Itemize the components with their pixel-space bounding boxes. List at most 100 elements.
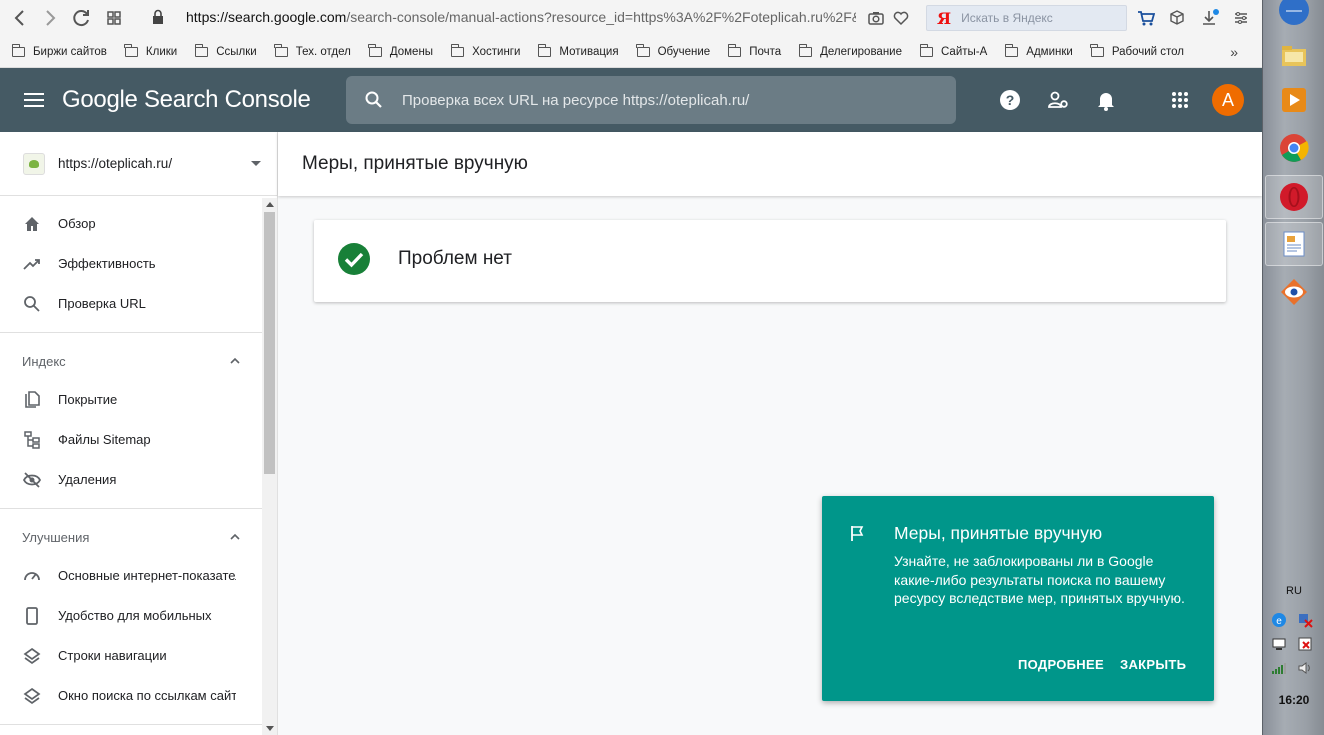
yandex-search-box[interactable]: Я Искать в Яндекс	[926, 5, 1127, 31]
eye-off-icon	[22, 472, 42, 488]
sidebar-item-coverage[interactable]: Покрытие	[0, 380, 262, 420]
browser-window: https://search.google.com/search-console…	[0, 0, 1262, 735]
layers-icon	[23, 687, 41, 705]
layers-icon	[23, 647, 41, 665]
signal-tray-icon[interactable]	[1271, 660, 1287, 676]
bookmark-item[interactable]: Мотивация	[537, 43, 619, 58]
gsc-logo[interactable]: Google Search Console	[62, 86, 311, 114]
taskbar-app-editor[interactable]	[1265, 222, 1323, 266]
bookmark-item[interactable]: Клики	[124, 43, 177, 58]
taskbar-start[interactable]	[1265, 0, 1323, 32]
taskbar-app-explorer[interactable]	[1265, 34, 1323, 78]
scroll-thumb[interactable]	[264, 212, 275, 474]
sidebar-item-label: Покрытие	[58, 392, 118, 407]
skype-tray-icon[interactable]: e	[1271, 612, 1287, 628]
yandex-logo: Я	[937, 8, 952, 28]
sidebar-item-mobile-usability[interactable]: Удобство для мобильных	[0, 596, 262, 636]
learn-more-button[interactable]: ПОДРОБНЕЕ	[1018, 657, 1104, 672]
check-circle-icon	[338, 243, 370, 275]
sidebar-item-removals[interactable]: Удаления	[0, 460, 262, 500]
help-icon[interactable]: ?	[998, 88, 1022, 112]
sidebar-scrollbar[interactable]	[262, 198, 277, 735]
folder-icon	[368, 43, 382, 57]
user-settings-icon[interactable]	[1046, 88, 1070, 112]
chevron-up-icon[interactable]	[229, 531, 241, 543]
bookmark-item[interactable]: Админки	[1004, 43, 1073, 58]
sidebar-item-label: Основные интернет-показатели	[58, 568, 236, 583]
sidebar-item-sitemaps[interactable]: Файлы Sitemap	[0, 420, 262, 460]
tabs-grid-icon[interactable]	[100, 4, 128, 32]
sidebar-item-label: Проверка URL	[58, 296, 146, 311]
bookmark-item[interactable]: Ссылки	[194, 43, 257, 58]
hamburger-menu-icon[interactable]	[24, 93, 44, 107]
folder-icon	[1090, 43, 1104, 57]
reload-icon[interactable]	[68, 4, 96, 32]
bookmark-item[interactable]: Тех. отдел	[274, 43, 351, 58]
taskbar-app-media-player[interactable]	[1265, 78, 1323, 122]
antivirus-tray-icon[interactable]	[1297, 636, 1313, 652]
popup-body: Узнайте, не заблокированы ли в Google ка…	[894, 553, 1185, 606]
info-popup: Меры, принятые вручную Узнайте, не забло…	[822, 496, 1214, 701]
forward-icon[interactable]	[36, 4, 64, 32]
section-title-index[interactable]: Индекс	[22, 354, 66, 369]
taskbar-app-chrome[interactable]	[1265, 126, 1323, 170]
cart-icon[interactable]	[1137, 9, 1155, 27]
network-off-tray-icon[interactable]	[1297, 612, 1313, 628]
sidebar-item-performance[interactable]: Эффективность	[0, 244, 262, 284]
screenshot-icon[interactable]	[867, 9, 885, 27]
sidebar-item-label: Файлы Sitemap	[58, 432, 151, 447]
bookmark-item[interactable]: Делегирование	[798, 43, 902, 58]
volume-tray-icon[interactable]	[1297, 660, 1313, 676]
bookmark-item[interactable]: Обучение	[636, 43, 710, 58]
bookmark-item[interactable]: Домены	[368, 43, 433, 58]
chevron-up-icon[interactable]	[229, 355, 241, 367]
speed-icon	[24, 572, 40, 581]
apps-grid-icon[interactable]	[1168, 88, 1192, 112]
page-header: Меры, принятые вручную	[278, 132, 1262, 196]
url-field[interactable]: https://search.google.com/search-console…	[186, 9, 856, 25]
sidebar-item-sitelinks-searchbox[interactable]: Окно поиска по ссылкам сайта	[0, 676, 262, 716]
scroll-down-arrow-icon[interactable]	[266, 726, 274, 731]
taskbar-app-opera[interactable]	[1265, 175, 1323, 219]
notifications-bell-icon[interactable]	[1094, 88, 1118, 112]
bookmark-item[interactable]: Сайты-А	[919, 43, 987, 58]
browser-menu-icon[interactable]	[1232, 9, 1250, 27]
sidebar-divider	[0, 724, 262, 725]
scroll-up-arrow-icon[interactable]	[266, 202, 274, 207]
yandex-placeholder: Искать в Яндекс	[961, 11, 1053, 25]
back-icon[interactable]	[6, 4, 34, 32]
bookmark-item[interactable]: Почта	[727, 43, 781, 58]
property-selector[interactable]: https://oteplicah.ru/	[0, 132, 277, 196]
bookmarks-more-button[interactable]: »	[1230, 44, 1238, 60]
bookmark-item[interactable]: Хостинги	[450, 43, 520, 58]
bookmark-item[interactable]: Рабочий стол	[1090, 43, 1184, 58]
site-favicon-icon	[23, 153, 45, 175]
account-avatar[interactable]: A	[1212, 84, 1244, 116]
flag-icon	[851, 526, 864, 541]
windows-start-icon	[1279, 0, 1309, 25]
close-button[interactable]: ЗАКРЫТЬ	[1120, 657, 1186, 672]
monitor-tray-icon[interactable]	[1271, 636, 1287, 652]
heart-icon[interactable]	[892, 9, 910, 27]
bookmark-item[interactable]: Биржи сайтов	[11, 43, 107, 58]
language-indicator[interactable]: RU	[1263, 585, 1324, 597]
sidebar-item-core-web-vitals[interactable]: Основные интернет-показатели	[0, 556, 262, 596]
download-icon[interactable]	[1200, 8, 1220, 28]
sidebar-item-label: Удаления	[58, 472, 117, 487]
section-title-improvements[interactable]: Улучшения	[22, 530, 89, 545]
folder-icon	[798, 43, 813, 57]
taskbar-app-eye[interactable]	[1265, 270, 1323, 314]
sidebar-item-url-inspection[interactable]: Проверка URL	[0, 284, 262, 324]
status-card: Проблем нет	[314, 220, 1226, 302]
gsc-header: Google Search Console ?	[0, 68, 1262, 132]
clock[interactable]: 16:20	[1263, 693, 1324, 707]
url-inspection-input[interactable]	[402, 91, 922, 109]
extension-cube-icon[interactable]	[1168, 9, 1186, 27]
folder-icon	[124, 43, 138, 57]
lock-icon[interactable]	[152, 9, 164, 25]
search-icon[interactable]	[364, 90, 384, 110]
sidebar-item-breadcrumbs[interactable]: Строки навигации	[0, 636, 262, 676]
folder-icon	[194, 43, 209, 57]
taskbar: RU e 16:20	[1262, 0, 1324, 735]
sidebar-item-overview[interactable]: Обзор	[0, 204, 262, 244]
